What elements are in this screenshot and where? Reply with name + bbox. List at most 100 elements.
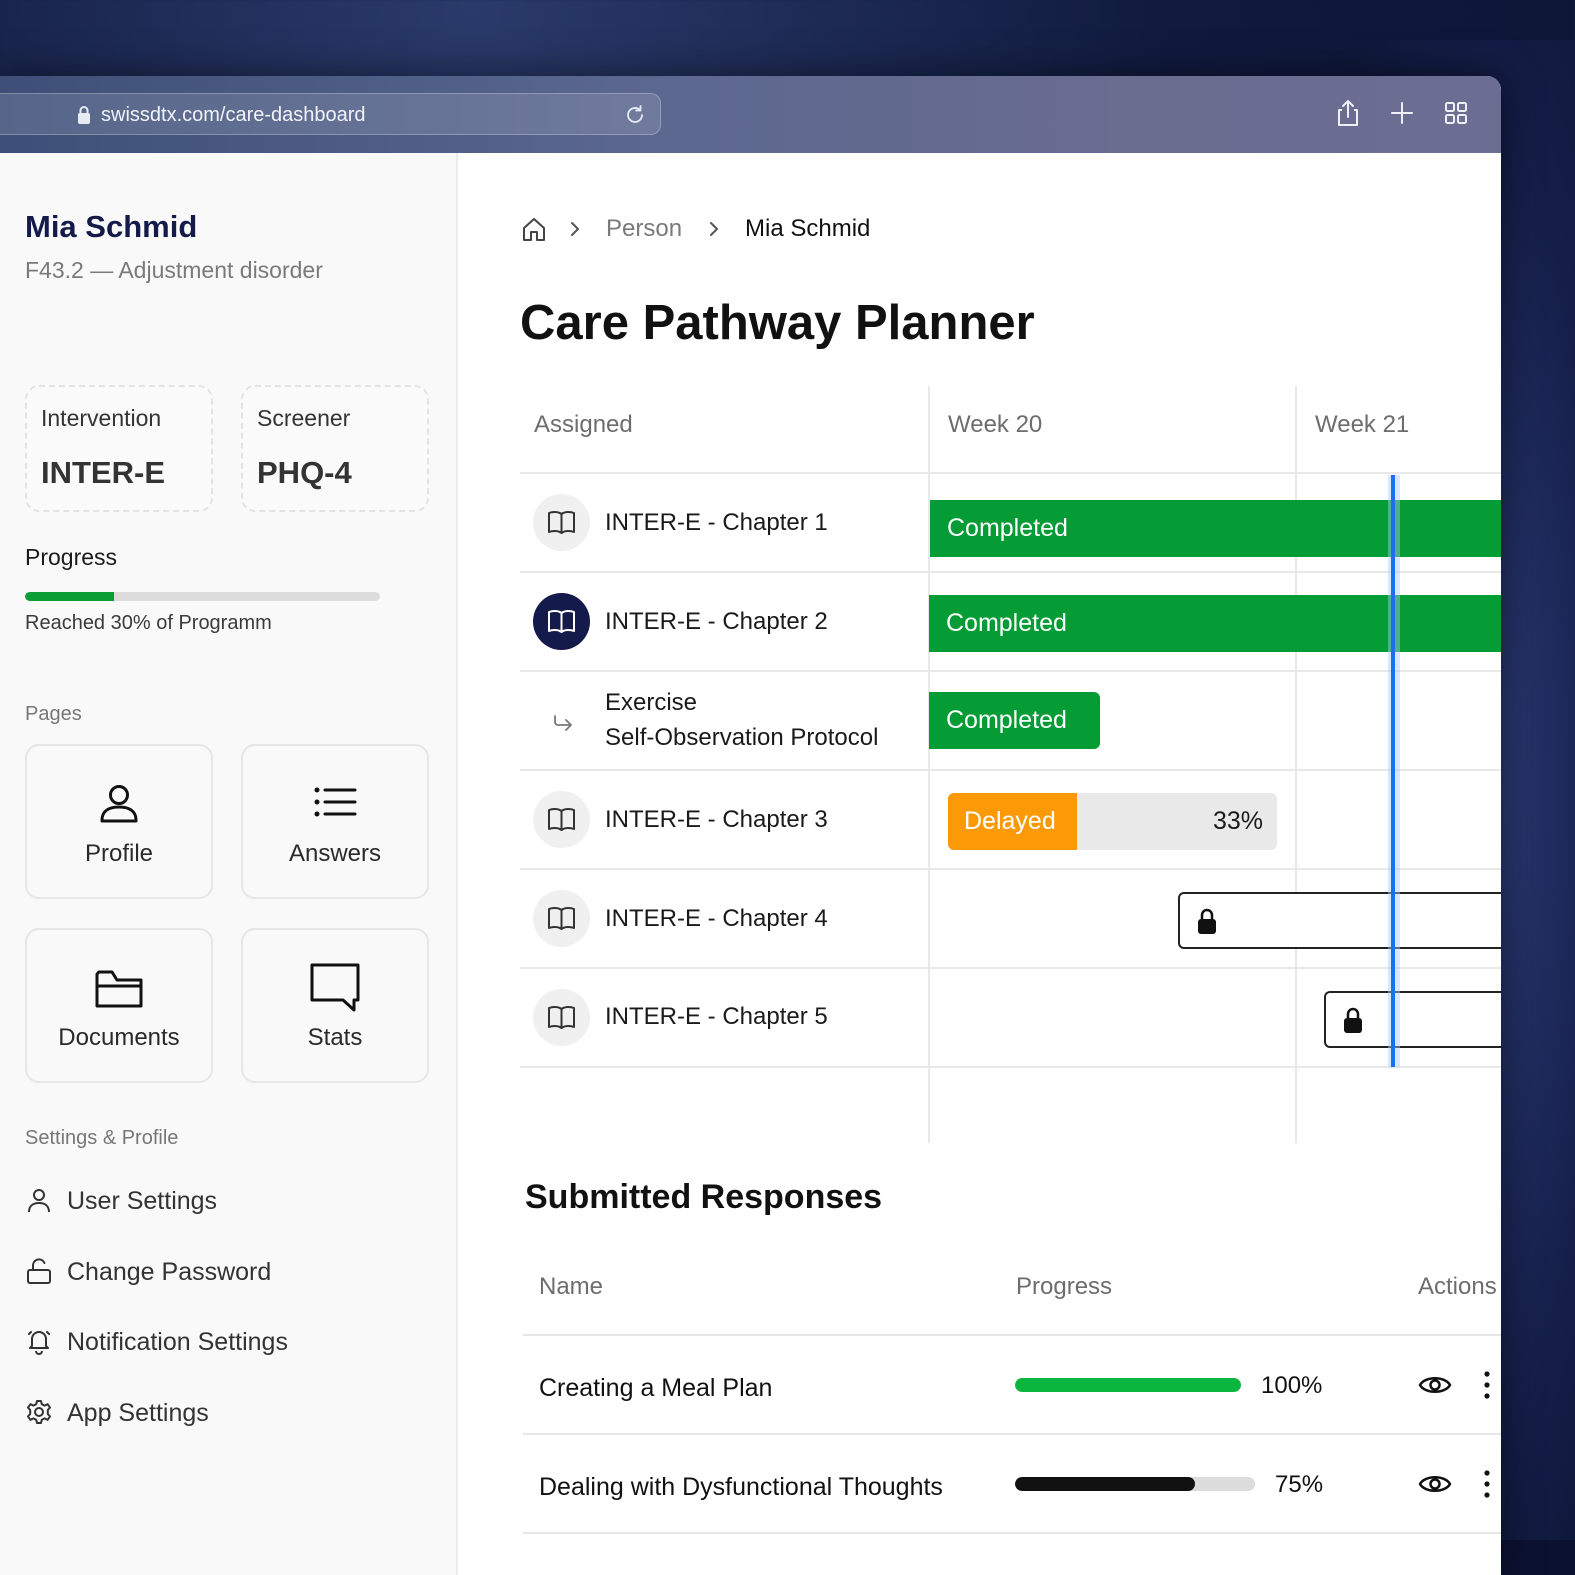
page-tile-documents[interactable]: Documents <box>25 928 213 1083</box>
address-bar[interactable]: swissdtx.com/care-dashboard <box>0 93 661 135</box>
response-name[interactable]: Dealing with Dysfunctional Thoughts <box>539 1473 943 1502</box>
card-label: Screener <box>257 405 351 431</box>
response-progress-fill <box>1015 1378 1241 1392</box>
new-tab-icon[interactable] <box>1387 98 1417 128</box>
response-progress-fill <box>1015 1477 1195 1491</box>
progress-caption: Reached 30% of Programm <box>25 612 272 634</box>
settings-item-label: App Settings <box>67 1399 209 1427</box>
unlock-icon <box>27 1258 51 1284</box>
reload-icon[interactable] <box>623 103 647 127</box>
screener-card: Screener PHQ-4 <box>241 385 429 512</box>
browser-window: swissdtx.com/care-dashboard Mia Schmid F… <box>0 76 1501 1575</box>
page-title: Care Pathway Planner <box>520 296 1035 350</box>
lock-icon <box>78 106 90 124</box>
row-icon-button[interactable] <box>533 791 590 848</box>
response-percent: 75% <box>1275 1471 1324 1498</box>
book-icon <box>548 807 575 831</box>
gantt-row-divider <box>520 571 1501 573</box>
status-bar-completed[interactable]: Completed <box>929 692 1100 749</box>
gantt-row-divider <box>520 472 1501 474</box>
row-icon-button[interactable] <box>533 890 590 947</box>
status-bar-locked[interactable] <box>1324 991 1501 1048</box>
gantt-row-divider <box>520 868 1501 870</box>
breadcrumb-current: Mia Schmid <box>745 215 871 242</box>
user-icon <box>100 785 138 823</box>
table-divider <box>523 1334 1501 1336</box>
patient-name: Mia Schmid <box>25 209 198 244</box>
settings-item-label: Notification Settings <box>67 1328 288 1356</box>
chevron-right-icon <box>571 222 579 236</box>
pages-section-label: Pages <box>25 703 82 725</box>
gantt-row-divider <box>520 670 1501 672</box>
more-options-icon[interactable] <box>1483 1370 1491 1400</box>
chat-bubble-icon <box>310 963 360 1012</box>
card-label: Intervention <box>41 405 162 431</box>
page-tile-answers[interactable]: Answers <box>241 744 429 899</box>
url-text: swissdtx.com/care-dashboard <box>101 104 366 126</box>
gantt-header-week-21: Week 21 <box>1315 411 1410 438</box>
gantt-row-label[interactable]: INTER-E - Chapter 1 <box>605 505 828 540</box>
eye-icon[interactable] <box>1418 1373 1452 1397</box>
eye-icon[interactable] <box>1418 1472 1452 1496</box>
browser-toolbar: swissdtx.com/care-dashboard <box>0 76 1501 153</box>
gantt-row-label[interactable]: INTER-E - Chapter 2 <box>605 604 828 639</box>
page-tile-profile[interactable]: Profile <box>25 744 213 899</box>
breadcrumb-person[interactable]: Person <box>606 215 682 243</box>
gantt-row-divider <box>520 967 1501 969</box>
chevron-right-icon <box>710 222 718 236</box>
book-icon <box>548 906 575 930</box>
status-bar-locked[interactable] <box>1178 892 1501 949</box>
tile-label: Documents <box>58 1024 180 1051</box>
gear-icon <box>27 1400 51 1424</box>
user-icon <box>28 1189 50 1213</box>
patient-diagnosis: F43.2 — Adjustment disorder <box>25 257 323 283</box>
today-marker-line <box>1391 475 1395 1067</box>
response-progress-bar <box>1015 1378 1241 1392</box>
card-value: INTER-E <box>41 455 165 490</box>
response-percent: 100% <box>1261 1372 1323 1399</box>
progress-label: Progress <box>25 544 118 570</box>
book-icon <box>548 609 575 633</box>
book-icon <box>548 1005 575 1029</box>
tile-label: Answers <box>288 840 382 867</box>
gantt-row-label[interactable]: INTER-E - Chapter 3 <box>605 802 828 837</box>
row-icon-button[interactable] <box>533 989 590 1046</box>
main-content: Person Mia Schmid Care Pathway Planner A… <box>458 153 1501 1575</box>
tab-overview-icon[interactable] <box>1441 98 1471 128</box>
settings-section-label: Settings & Profile <box>25 1127 179 1149</box>
gantt-row-divider <box>520 769 1501 771</box>
gantt-row-label-line2: Self-Observation Protocol <box>605 724 879 751</box>
settings-item-label: Change Password <box>67 1258 272 1286</box>
page-tile-stats[interactable]: Stats <box>241 928 429 1083</box>
sidebar: Mia Schmid F43.2 — Adjustment disorder I… <box>0 153 458 1575</box>
home-icon[interactable] <box>521 216 547 242</box>
intervention-card: Intervention INTER-E <box>25 385 213 512</box>
gantt-row-label-line1: Exercise <box>605 689 698 716</box>
list-icon <box>314 787 357 817</box>
gantt-header-week-20: Week 20 <box>948 411 1043 438</box>
status-bar-delayed[interactable]: Delayed 33% <box>948 793 1277 850</box>
row-icon-button-active[interactable] <box>533 593 590 650</box>
status-bar-completed[interactable]: Completed <box>930 500 1501 557</box>
gantt-row-label[interactable]: INTER-E - Chapter 5 <box>605 999 828 1034</box>
table-header-actions: Actions <box>1418 1273 1497 1300</box>
status-bar-completed[interactable]: Completed <box>929 595 1501 652</box>
row-icon-button[interactable] <box>533 494 590 551</box>
folder-icon <box>95 970 143 1008</box>
arrow-return-icon <box>554 715 572 731</box>
lock-icon <box>1344 1007 1362 1033</box>
card-value: PHQ-4 <box>257 455 352 490</box>
gantt-row-divider <box>520 1066 1501 1068</box>
settings-item-label: User Settings <box>67 1187 218 1215</box>
more-options-icon[interactable] <box>1483 1469 1491 1499</box>
response-progress-bar <box>1015 1477 1255 1491</box>
share-icon[interactable] <box>1333 98 1363 128</box>
response-name[interactable]: Creating a Meal Plan <box>539 1374 772 1403</box>
gantt-row-label[interactable]: INTER-E - Chapter 4 <box>605 901 828 936</box>
gantt-row-label[interactable]: Exercise Self-Observation Protocol <box>605 685 878 755</box>
tile-label: Stats <box>307 1024 363 1051</box>
gantt-header-assigned: Assigned <box>534 411 633 438</box>
table-header-name: Name <box>539 1273 604 1300</box>
progress-bar <box>25 592 380 601</box>
table-divider <box>523 1433 1501 1435</box>
